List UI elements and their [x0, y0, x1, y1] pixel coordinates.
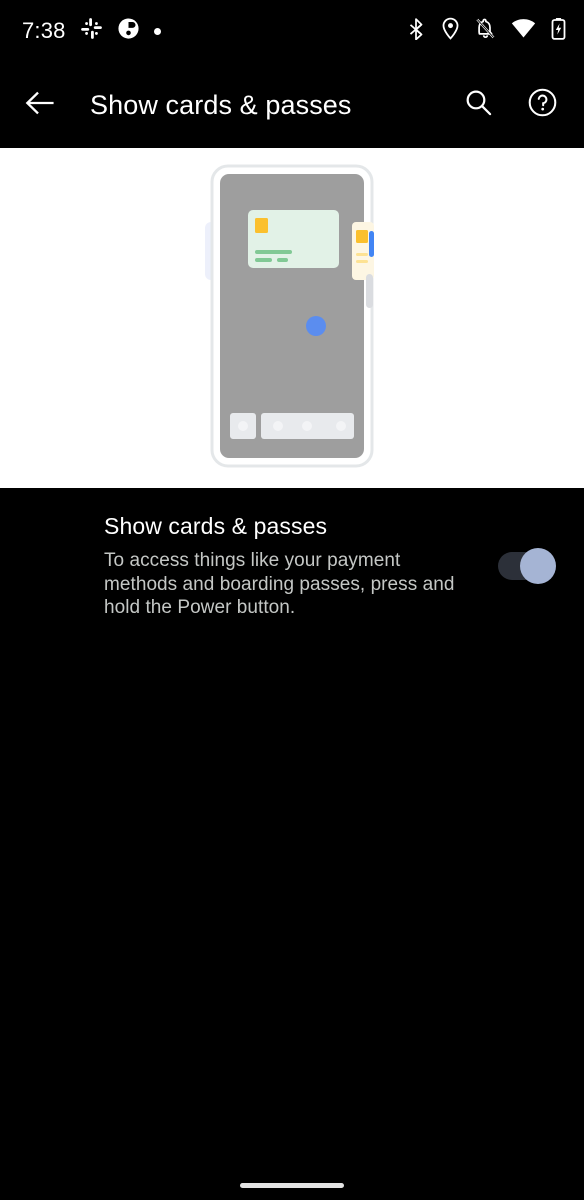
toggle-thumb	[520, 548, 556, 584]
home-gesture-pill[interactable]	[240, 1183, 344, 1188]
show-cards-and-passes-setting-row[interactable]: Show cards & passes To access things lik…	[0, 510, 584, 620]
back-button[interactable]	[12, 77, 68, 133]
app-badge-icon	[117, 17, 140, 45]
status-bar: 7:38	[0, 0, 584, 62]
setting-title: Show cards & passes	[104, 513, 328, 539]
nav-chip-wide-dot-2	[302, 421, 312, 431]
search-button[interactable]	[450, 77, 506, 133]
power-button-shape	[369, 231, 374, 257]
yellow-card-line-1	[356, 253, 368, 256]
notification-dot-icon	[153, 27, 161, 35]
cards-and-passes-illustration	[205, 164, 374, 468]
yellow-card-chip	[356, 230, 368, 243]
illustration-panel	[0, 148, 584, 488]
status-bar-clock: 7:38	[22, 18, 66, 43]
app-bar: Show cards & passes	[0, 62, 584, 148]
wifi-icon	[511, 18, 536, 44]
help-circle-icon	[527, 87, 558, 123]
green-card-line-3	[277, 258, 288, 262]
setting-description: To access things like your payment metho…	[104, 550, 455, 618]
volume-button-shape	[366, 274, 373, 308]
green-card-line-1	[255, 250, 292, 254]
page-title: Show cards & passes	[90, 89, 352, 120]
content-area: Show cards & passes To access things lik…	[0, 488, 584, 1200]
notifications-muted-icon	[475, 17, 496, 45]
nav-chip-wide-dot-1	[273, 421, 283, 431]
green-card-chip	[255, 218, 268, 233]
android-settings-screen: 7:38 Show cards & passes Show cards & pa…	[0, 0, 584, 1200]
location-icon	[441, 17, 460, 45]
battery-charging-icon	[551, 17, 566, 45]
green-card-line-2	[255, 258, 272, 262]
nav-chip-small-dot	[238, 421, 248, 431]
help-button[interactable]	[514, 77, 570, 133]
yellow-card-line-2	[356, 260, 368, 263]
setting-texts: Show cards & passes To access things lik…	[104, 510, 498, 620]
arrow-left-icon	[25, 90, 56, 121]
slack-icon	[80, 17, 103, 45]
pointer-dot-shape	[306, 316, 326, 336]
bluetooth-icon	[406, 17, 426, 45]
show-cards-and-passes-toggle[interactable]	[498, 548, 556, 584]
nav-chip-wide-dot-3	[336, 421, 346, 431]
search-icon	[464, 88, 493, 122]
status-bar-right	[406, 17, 566, 45]
status-bar-left: 7:38	[22, 17, 161, 45]
